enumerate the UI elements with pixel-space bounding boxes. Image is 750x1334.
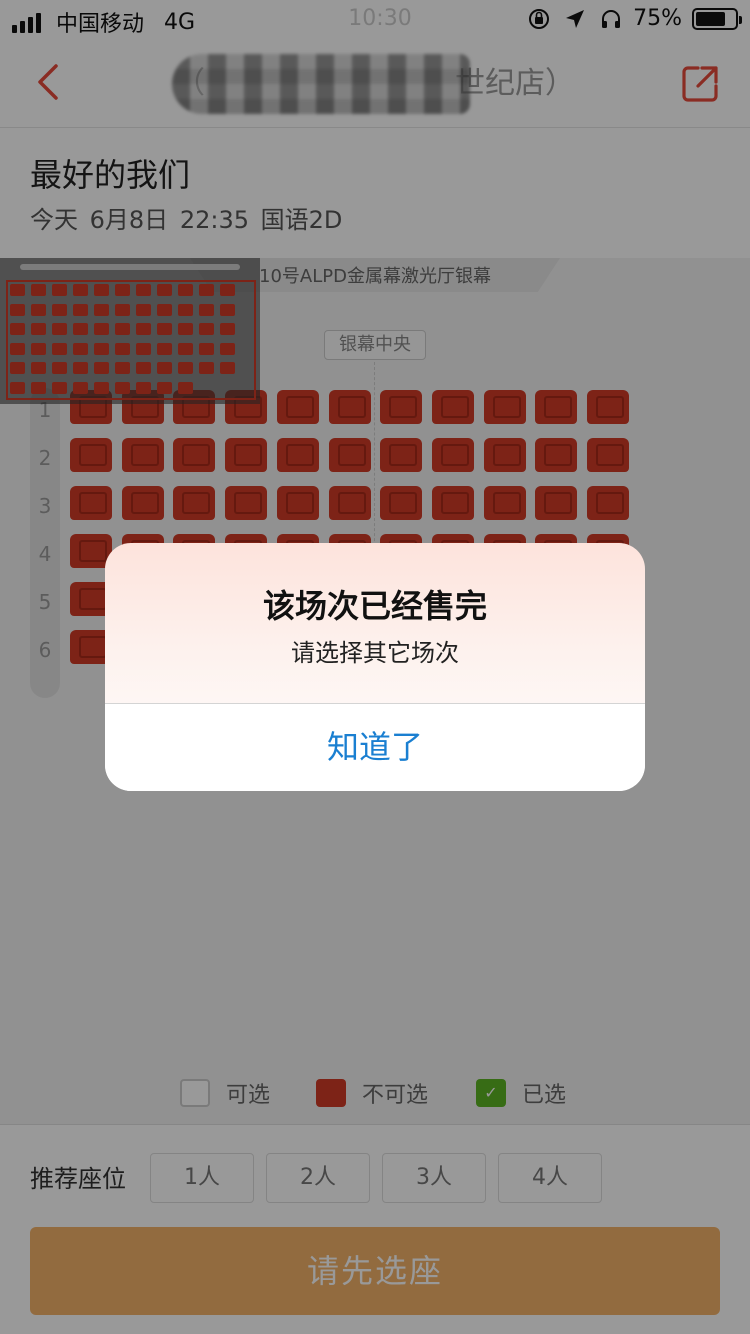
alert-ok-button[interactable]: 知道了	[105, 704, 645, 791]
alert-title: 该场次已经售完	[262, 587, 487, 625]
sold-out-alert: 该场次已经售完 请选择其它场次 知道了	[105, 543, 645, 791]
alert-message: 请选择其它场次	[291, 639, 459, 667]
